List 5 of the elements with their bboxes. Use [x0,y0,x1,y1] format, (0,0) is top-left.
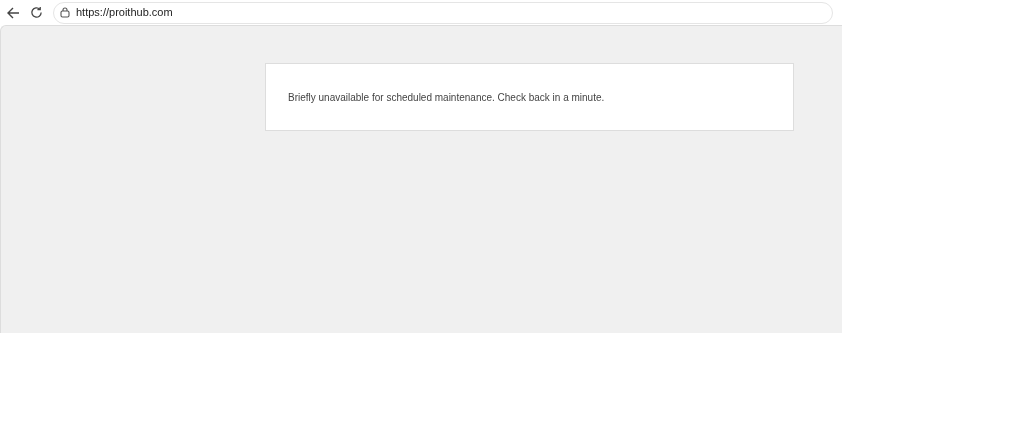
url-text: https://proithub.com [76,5,173,21]
maintenance-message: Briefly unavailable for scheduled maintenance. Check back in a minute. [288,90,605,105]
back-icon[interactable] [6,5,20,20]
lock-icon[interactable] [60,7,70,18]
reload-icon[interactable] [30,6,43,19]
